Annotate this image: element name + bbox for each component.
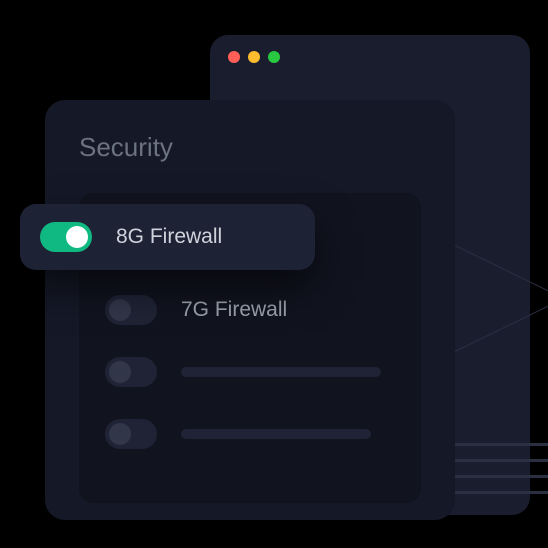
option-row-7g[interactable]: 7G Firewall — [101, 279, 399, 341]
traffic-lights — [228, 51, 280, 63]
toggle-knob — [66, 226, 88, 248]
maximize-icon[interactable] — [268, 51, 280, 63]
toggle-knob — [109, 361, 131, 383]
option-label: 8G Firewall — [116, 225, 222, 249]
security-panel: Security 7G Firewall — [45, 100, 455, 520]
close-icon[interactable] — [228, 51, 240, 63]
toggle-placeholder[interactable] — [105, 357, 157, 387]
option-label: 7G Firewall — [181, 298, 287, 322]
option-row-8g-active[interactable]: 8G Firewall — [20, 204, 315, 270]
toggle-8g-firewall[interactable] — [40, 222, 92, 252]
decorative-list-lines — [440, 443, 548, 494]
toggle-knob — [109, 423, 131, 445]
placeholder-text — [181, 429, 371, 439]
option-row-placeholder[interactable] — [101, 403, 399, 465]
toggle-7g-firewall[interactable] — [105, 295, 157, 325]
toggle-knob — [109, 299, 131, 321]
panel-title: Security — [79, 132, 421, 163]
option-row-placeholder[interactable] — [101, 341, 399, 403]
placeholder-text — [181, 367, 381, 377]
toggle-placeholder[interactable] — [105, 419, 157, 449]
minimize-icon[interactable] — [248, 51, 260, 63]
